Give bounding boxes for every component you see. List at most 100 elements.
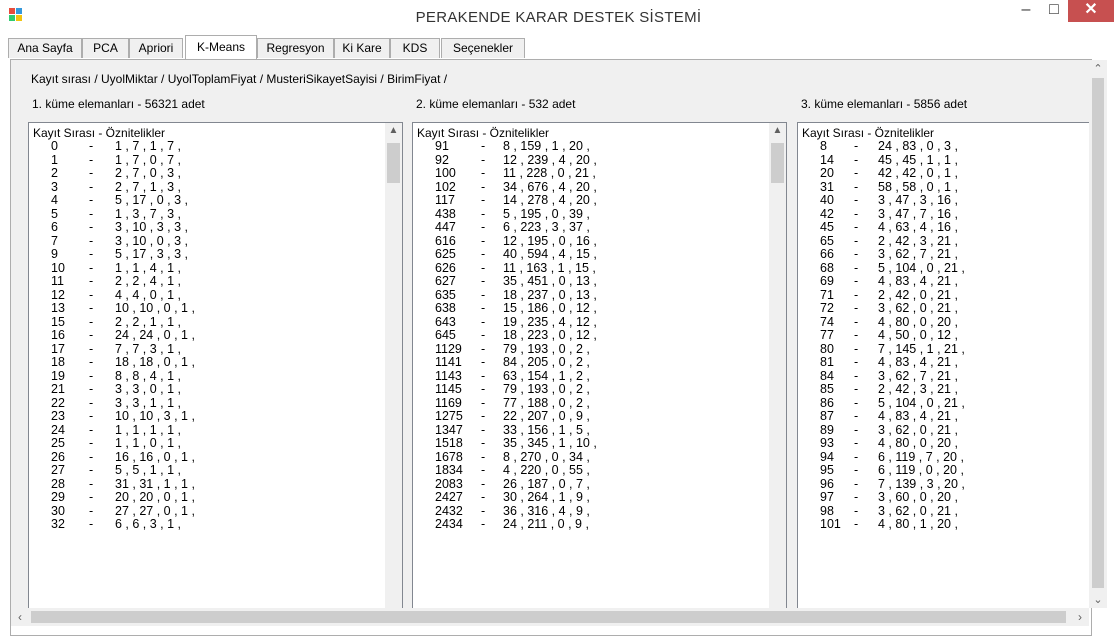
list-item[interactable]: 18 - 18 , 18 , 0 , 1 , [29,355,384,370]
list-item[interactable]: 71 - 2 , 42 , 0 , 21 , [798,288,1089,303]
list-item[interactable]: 1145 - 79 , 193 , 0 , 2 , [413,382,768,397]
list-item[interactable]: 24 - 1 , 1 , 1 , 1 , [29,423,384,438]
cluster-2-scrollbar[interactable]: ▲ [769,123,786,608]
list-item[interactable]: 101- 4 , 80 , 1 , 20 , [798,517,1089,532]
cluster-3-listbox[interactable]: Kayıt Sırası - Öznitelikler 8 - 24 , 83 , … [797,122,1089,608]
list-item[interactable]: 2434 - 24 , 211 , 0 , 9 , [413,517,768,532]
list-item[interactable]: 14 - 45 , 45 , 1 , 1 , [798,153,1089,168]
list-item[interactable]: 15 - 2 , 2 , 1 , 1 , [29,315,384,330]
list-item[interactable]: 625 - 40 , 594 , 4 , 15 , [413,247,768,262]
list-item[interactable]: 7 - 3 , 10 , 0 , 3 , [29,234,384,249]
tab-ki-kare[interactable]: Ki Kare [334,38,390,58]
list-item[interactable]: 26 - 16 , 16 , 0 , 1 , [29,450,384,465]
list-item[interactable]: 69 - 4 , 83 , 4 , 21 , [798,274,1089,289]
tab-secenekler[interactable]: Seçenekler [441,38,525,58]
list-item[interactable]: 17 - 7 , 7 , 3 , 1 , [29,342,384,357]
list-item[interactable]: 1169 - 77 , 188 , 0 , 2 , [413,396,768,411]
list-item[interactable]: 16 - 24 , 24 , 0 , 1 , [29,328,384,343]
list-item[interactable]: 638 - 15 , 186 , 0 , 12 , [413,301,768,316]
list-item[interactable]: 645 - 18 , 223 , 0 , 12 , [413,328,768,343]
tab-regresyon[interactable]: Regresyon [257,38,334,58]
list-item[interactable]: 117 - 14 , 278 , 4 , 20 , [413,193,768,208]
list-item[interactable]: 95 - 6 , 119 , 0 , 20 , [798,463,1089,478]
scroll-up-icon[interactable]: ⌃ [1089,62,1107,75]
list-item[interactable]: 98 - 3 , 62 , 0 , 21 , [798,504,1089,519]
list-item[interactable]: 8 - 24 , 83 , 0 , 3 , [798,139,1089,154]
list-item[interactable]: 28 - 31 , 31 , 1 , 1 , [29,477,384,492]
main-horizontal-scrollbar[interactable]: ‹ › [11,608,1089,626]
list-item[interactable]: 9 - 5 , 17 , 3 , 3 , [29,247,384,262]
list-item[interactable]: 13 - 10 , 10 , 0 , 1 , [29,301,384,316]
list-item[interactable]: 84 - 3 , 62 , 7 , 21 , [798,369,1089,384]
list-item[interactable]: 1834 - 4 , 220 , 0 , 55 , [413,463,768,478]
tab-kds[interactable]: KDS [390,38,440,58]
list-item[interactable]: 3 - 2 , 7 , 1 , 3 , [29,180,384,195]
list-item[interactable]: 68 - 5 , 104 , 0 , 21 , [798,261,1089,276]
list-item[interactable]: 438 - 5 , 195 , 0 , 39 , [413,207,768,222]
list-item[interactable]: 29 - 20 , 20 , 0 , 1 , [29,490,384,505]
list-item[interactable]: 87 - 4 , 83 , 4 , 21 , [798,409,1089,424]
scroll-up-icon[interactable]: ▲ [769,125,786,136]
list-item[interactable]: 93 - 4 , 80 , 0 , 20 , [798,436,1089,451]
list-item[interactable]: 31 - 58 , 58 , 0 , 1 , [798,180,1089,195]
scroll-thumb[interactable] [1092,78,1104,588]
list-item[interactable]: 81 - 4 , 83 , 4 , 21 , [798,355,1089,370]
list-item[interactable]: 4 - 5 , 17 , 0 , 3 , [29,193,384,208]
scroll-thumb[interactable] [771,143,784,183]
list-item[interactable]: 1143 - 63 , 154 , 1 , 2 , [413,369,768,384]
list-item[interactable]: 92 - 12 , 239 , 4 , 20 , [413,153,768,168]
list-item[interactable]: 23 - 10 , 10 , 3 , 1 , [29,409,384,424]
list-item[interactable]: 635 - 18 , 237 , 0 , 13 , [413,288,768,303]
list-item[interactable]: 96 - 7 , 139 , 3 , 20 , [798,477,1089,492]
list-item[interactable]: 102 - 34 , 676 , 4 , 20 , [413,180,768,195]
list-item[interactable]: 91 - 8 , 159 , 1 , 20 , [413,139,768,154]
list-item[interactable]: 100 - 11 , 228 , 0 , 21 , [413,166,768,181]
scroll-down-icon[interactable]: ⌄ [1089,593,1107,606]
scroll-thumb[interactable] [31,611,1066,623]
list-item[interactable]: 2 - 2 , 7 , 0 , 3 , [29,166,384,181]
scroll-thumb[interactable] [387,143,400,183]
list-item[interactable]: 40 - 3 , 47 , 3 , 16 , [798,193,1089,208]
list-item[interactable]: 27 - 5 , 5 , 1 , 1 , [29,463,384,478]
list-item[interactable]: 1275 - 22 , 207 , 0 , 9 , [413,409,768,424]
minimize-button[interactable]: – [1012,0,1040,22]
list-item[interactable]: 85 - 2 , 42 , 3 , 21 , [798,382,1089,397]
scroll-left-icon[interactable]: ‹ [11,608,29,626]
scroll-right-icon[interactable]: › [1071,608,1089,626]
list-item[interactable]: 65 - 2 , 42 , 3 , 21 , [798,234,1089,249]
list-item[interactable]: 89 - 3 , 62 , 0 , 21 , [798,423,1089,438]
list-item[interactable]: 45 - 4 , 63 , 4 , 16 , [798,220,1089,235]
list-item[interactable]: 32 - 6 , 6 , 3 , 1 , [29,517,384,532]
list-item[interactable]: 42 - 3 , 47 , 7 , 16 , [798,207,1089,222]
list-item[interactable]: 12 - 4 , 4 , 0 , 1 , [29,288,384,303]
list-item[interactable]: 1347 - 33 , 156 , 1 , 5 , [413,423,768,438]
tab-apriori[interactable]: Apriori [129,38,183,58]
list-item[interactable]: 5 - 1 , 3 , 7 , 3 , [29,207,384,222]
list-item[interactable]: 2432 - 36 , 316 , 4 , 9 , [413,504,768,519]
list-item[interactable]: 1678 - 8 , 270 , 0 , 34 , [413,450,768,465]
tab-k-means[interactable]: K-Means [185,35,257,59]
cluster-1-scrollbar[interactable]: ▲ [385,123,402,608]
list-item[interactable]: 80 - 7 , 145 , 1 , 21 , [798,342,1089,357]
list-item[interactable]: 1141 - 84 , 205 , 0 , 2 , [413,355,768,370]
list-item[interactable]: 30 - 27 , 27 , 0 , 1 , [29,504,384,519]
list-item[interactable]: 2083 - 26 , 187 , 0 , 7 , [413,477,768,492]
list-item[interactable]: 1518 - 35 , 345 , 1 , 10 , [413,436,768,451]
list-item[interactable]: 447 - 6 , 223 , 3 , 37 , [413,220,768,235]
list-item[interactable]: 25 - 1 , 1 , 0 , 1 , [29,436,384,451]
tab-ana-sayfa[interactable]: Ana Sayfa [8,38,82,58]
maximize-button[interactable]: □ [1040,0,1068,22]
list-item[interactable]: 20 - 42 , 42 , 0 , 1 , [798,166,1089,181]
close-button[interactable]: ✕ [1068,0,1114,22]
cluster-1-listbox[interactable]: Kayıt Sırası - Öznitelikler 0 - 1 , 7 , 1 … [28,122,403,608]
list-item[interactable]: 1129 - 79 , 193 , 0 , 2 , [413,342,768,357]
list-item[interactable]: 6 - 3 , 10 , 3 , 3 , [29,220,384,235]
cluster-2-listbox[interactable]: Kayıt Sırası - Öznitelikler 91 - 8 , 159 ,… [412,122,787,608]
list-item[interactable]: 97 - 3 , 60 , 0 , 20 , [798,490,1089,505]
list-item[interactable]: 77 - 4 , 50 , 0 , 12 , [798,328,1089,343]
list-item[interactable]: 1 - 1 , 7 , 0 , 7 , [29,153,384,168]
list-item[interactable]: 22 - 3 , 3 , 1 , 1 , [29,396,384,411]
list-item[interactable]: 21 - 3 , 3 , 0 , 1 , [29,382,384,397]
list-item[interactable]: 86 - 5 , 104 , 0 , 21 , [798,396,1089,411]
list-item[interactable]: 11 - 2 , 2 , 4 , 1 , [29,274,384,289]
